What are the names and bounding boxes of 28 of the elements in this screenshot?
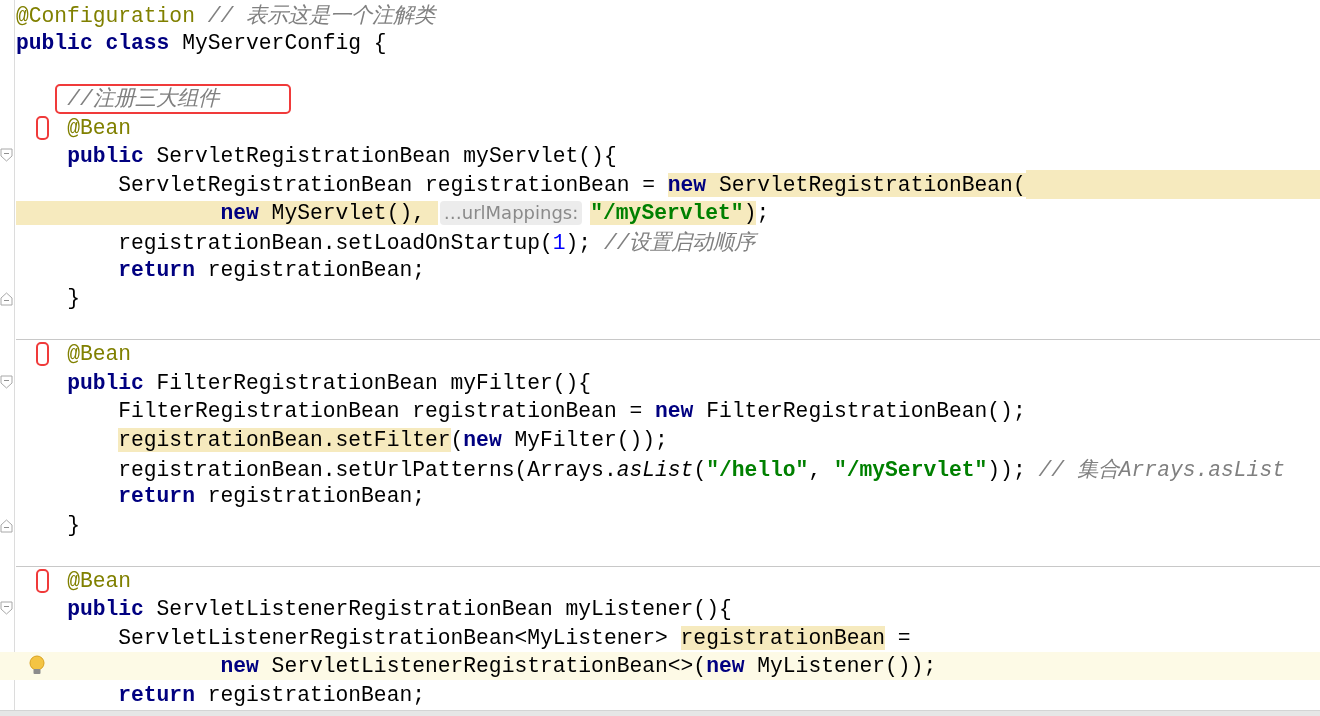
- fold-icon[interactable]: [0, 148, 14, 165]
- code-text: @Bean: [67, 115, 132, 140]
- code-text: FilterRegistrationBean registrationBean = new FilterRegistrationBean();: [118, 399, 1026, 424]
- code-text: public FilterRegistrationBean myFilter(){: [67, 370, 592, 395]
- code-text: public ServletRegistrationBean myServlet(){: [67, 144, 617, 169]
- boxed-comment: //注册三大组件: [57, 86, 289, 113]
- fold-icon[interactable]: [0, 516, 14, 533]
- code-text: @Bean: [67, 342, 132, 367]
- code-text: public class MyServerConfig {: [16, 30, 387, 55]
- code-text: @Bean: [67, 569, 132, 593]
- code-text: ServletListenerRegistrationBean<MyListener> registrationBean =: [118, 625, 911, 650]
- horizontal-scrollbar[interactable]: [0, 710, 1320, 716]
- code-text: new MyServlet(),: [220, 200, 438, 225]
- code-text: registrationBean.setUrlPatterns(Arrays.asList("/hello", "/myServlet")); // 集合Arrays.asList: [118, 456, 1285, 483]
- code-text: return registrationBean;: [118, 257, 425, 282]
- code-text: }: [67, 286, 80, 311]
- code-text: @Configuration // 表示这是一个注解类: [16, 3, 436, 29]
- fold-icon[interactable]: [0, 601, 14, 618]
- code-text: return registrationBean;: [118, 484, 425, 509]
- fold-icon[interactable]: [0, 290, 14, 307]
- inlay-hint: …urlMappings:: [439, 200, 583, 225]
- lightbulb-icon[interactable]: [28, 655, 46, 677]
- code-text: }: [67, 512, 80, 537]
- code-text: new ServletListenerRegistrationBean<>(new MyListener());: [220, 654, 937, 679]
- code-text: return registrationBean;: [118, 682, 425, 707]
- code-text: public ServletListenerRegistrationBean myListener(){: [67, 597, 732, 622]
- fold-icon[interactable]: [0, 374, 14, 391]
- code-text: ServletRegistrationBean registrationBean = new ServletRegistrationBean(: [118, 172, 1026, 197]
